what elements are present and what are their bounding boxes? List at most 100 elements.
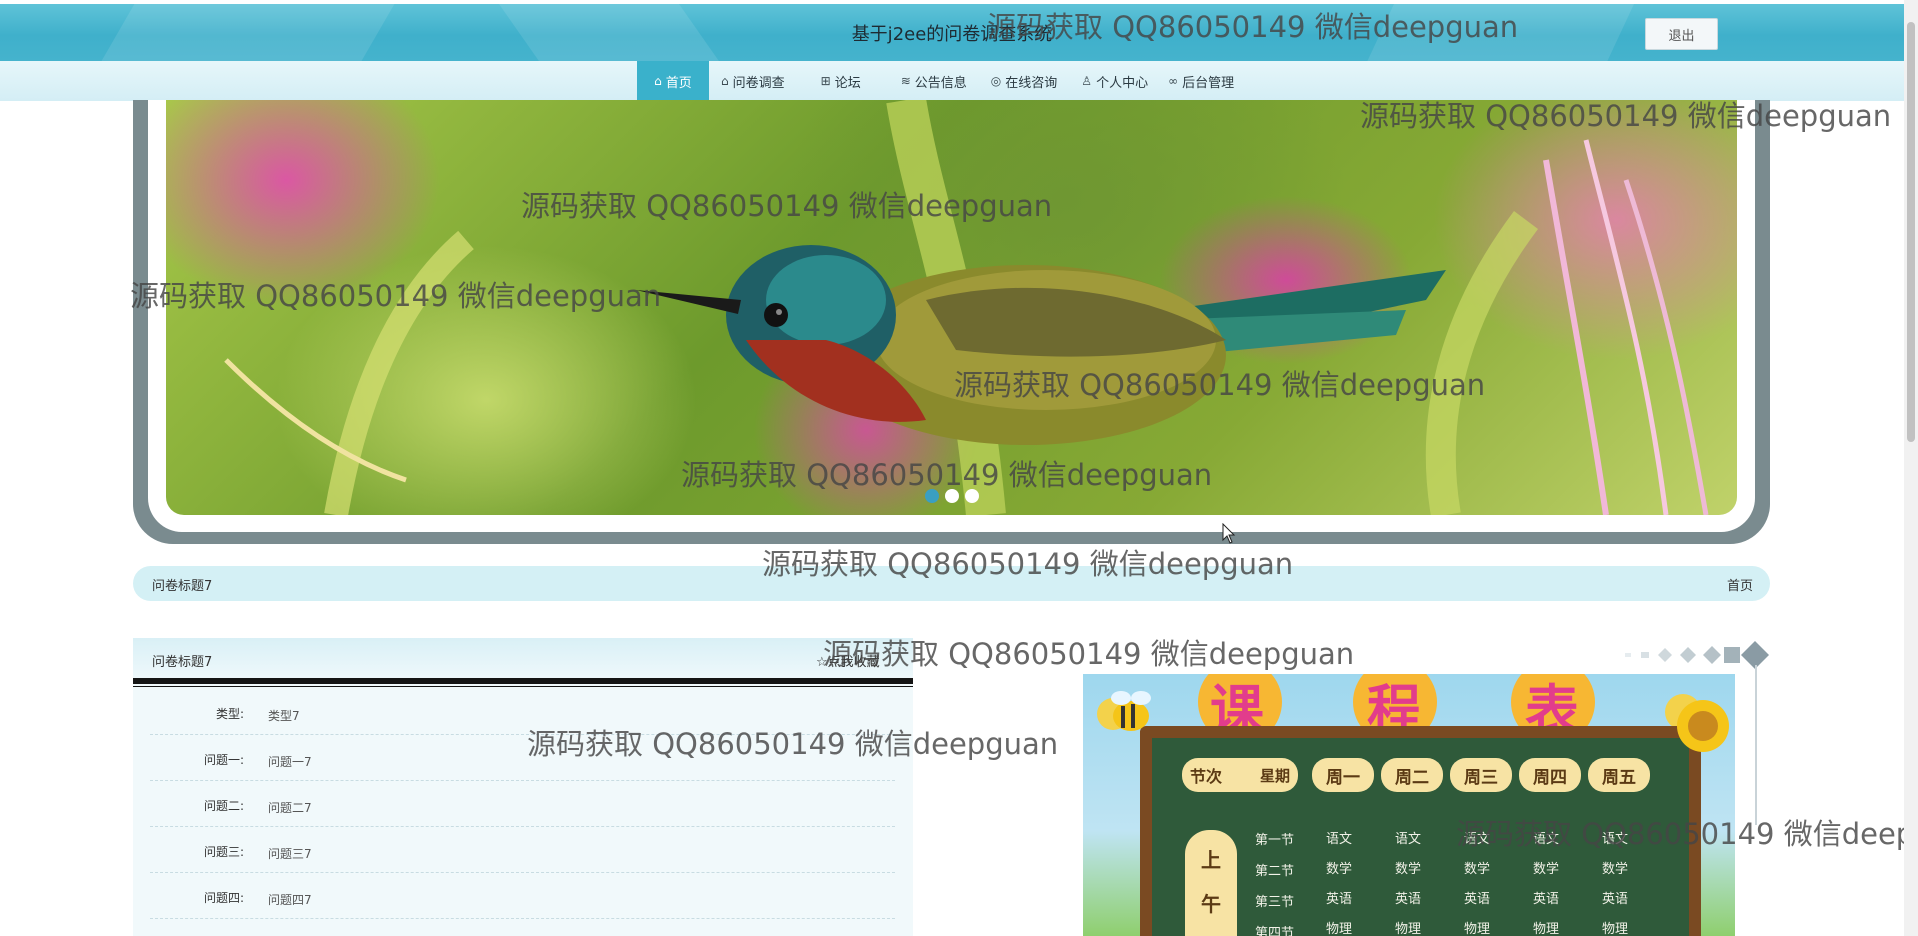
field-label: 问题四: xyxy=(203,891,244,905)
sunflower-icon xyxy=(1677,700,1729,752)
subject-cell: 语文 xyxy=(1464,832,1491,847)
home-icon: ⌂ xyxy=(654,74,662,88)
layers-icon: ≋ xyxy=(900,74,911,88)
detail-row-type: 类型: 类型7 xyxy=(150,689,895,735)
site-title: 基于j2ee的问卷调查系统 xyxy=(851,24,1053,45)
subject-cell: 物理 xyxy=(1326,922,1353,936)
subject-cell: 物理 xyxy=(1464,922,1491,936)
detail-row-question-1: 问题一: 问题一7 xyxy=(150,735,895,781)
nav-item-admin[interactable]: ∞ 后台管理 xyxy=(1160,61,1246,101)
nav-item-home[interactable]: ⌂ 首页 xyxy=(637,61,709,101)
subject-cell: 数学 xyxy=(1464,862,1491,877)
carousel-dot[interactable] xyxy=(945,489,959,503)
subject-cell: 英语 xyxy=(1533,892,1560,907)
tag-icon: ⌂ xyxy=(721,74,729,88)
star-icon: ☆ xyxy=(816,655,828,670)
field-label: 类型: xyxy=(215,707,244,721)
main-nav-bar: ⌂ 首页 ⌂ 问卷调查 ⊞ 论坛 ≋ 公告信息 ◎ 在线咨询 ♙ 个人中心 ∞ … xyxy=(0,61,1904,101)
period-label: 第二节 xyxy=(1255,864,1295,879)
banner-carousel-image[interactable] xyxy=(166,100,1737,515)
subject-cell: 英语 xyxy=(1326,892,1353,907)
subject-cell: 数学 xyxy=(1533,862,1560,877)
chalkboard: 节次 星期 周一 周二 周三 周四 周五 上 午 第一节 第二节 第三节 第四节… xyxy=(1140,726,1701,936)
nav-item-label: 在线咨询 xyxy=(1005,75,1058,91)
favorite-button[interactable]: ☆点我收藏 xyxy=(816,651,880,670)
subject-cell: 语文 xyxy=(1326,832,1353,847)
field-label: 问题三: xyxy=(203,845,244,859)
link-icon: ∞ xyxy=(1168,74,1179,88)
day-header: 周三 xyxy=(1450,758,1512,792)
nav-item-forum[interactable]: ⊞ 论坛 xyxy=(797,61,873,101)
nav-item-consult[interactable]: ◎ 在线咨询 xyxy=(979,61,1070,101)
period-label: 第四节 xyxy=(1255,926,1295,936)
subject-cell: 语文 xyxy=(1533,832,1560,847)
nav-item-notice[interactable]: ≋ 公告信息 xyxy=(873,61,979,101)
day-header: 周五 xyxy=(1588,758,1650,792)
field-value: 问题二7 xyxy=(268,801,312,815)
carousel-dots xyxy=(925,489,979,503)
top-header: 基于j2ee的问卷调查系统 退出 xyxy=(0,4,1904,61)
breadcrumb-home-link[interactable]: 首页 xyxy=(1727,575,1753,594)
page-scrollbar[interactable] xyxy=(1904,0,1918,936)
divider xyxy=(133,678,913,684)
survey-detail-header: 问卷标题7 ☆点我收藏 xyxy=(133,638,913,678)
field-value: 问题四7 xyxy=(268,893,312,907)
user-icon: ♙ xyxy=(1081,74,1093,88)
field-value: 问题一7 xyxy=(268,755,312,769)
breadcrumb: 问卷标题7 首页 xyxy=(133,566,1770,601)
field-label: 问题一: xyxy=(203,753,244,767)
forum-icon: ⊞ xyxy=(820,74,831,88)
field-value: 问题三7 xyxy=(268,847,312,861)
subject-cell: 数学 xyxy=(1395,862,1422,877)
nav-item-label: 后台管理 xyxy=(1182,75,1235,91)
field-value: 类型7 xyxy=(268,709,300,723)
nav-item-profile[interactable]: ♙ 个人中心 xyxy=(1069,61,1160,101)
breadcrumb-title: 问卷标题7 xyxy=(152,579,213,594)
main-nav: ⌂ 首页 ⌂ 问卷调查 ⊞ 论坛 ≋ 公告信息 ◎ 在线咨询 ♙ 个人中心 ∞ … xyxy=(637,61,1246,101)
corner-header: 节次 星期 xyxy=(1182,758,1298,792)
period-group-char: 上 xyxy=(1201,848,1221,872)
nav-item-survey[interactable]: ⌂ 问卷调查 xyxy=(709,61,797,101)
corner-bottom-label: 节次 xyxy=(1190,767,1223,786)
subject-cell: 数学 xyxy=(1326,862,1353,877)
bee-icon xyxy=(1111,691,1151,731)
subject-cell: 物理 xyxy=(1395,922,1422,936)
period-group-pill: 上 午 xyxy=(1185,830,1237,936)
period-label: 第一节 xyxy=(1255,833,1295,848)
favorite-label: 点我收藏 xyxy=(827,655,880,670)
mouse-cursor-icon xyxy=(1222,523,1236,544)
globe-icon: ◎ xyxy=(990,74,1002,88)
detail-row-question-3: 问题三: 问题三7 xyxy=(150,827,895,873)
nav-item-label: 个人中心 xyxy=(1096,75,1149,91)
period-group-char: 午 xyxy=(1201,892,1221,916)
subject-cell: 物理 xyxy=(1533,922,1560,936)
day-header: 周一 xyxy=(1312,758,1374,792)
day-header: 周二 xyxy=(1381,758,1443,792)
detail-row-question-4: 问题四: 问题四7 xyxy=(150,873,895,919)
scrollbar-thumb[interactable] xyxy=(1907,22,1915,442)
subject-cell: 英语 xyxy=(1602,892,1629,907)
carousel-dot[interactable] xyxy=(925,489,939,503)
sunbird-illustration xyxy=(224,100,1709,515)
nav-item-label: 首页 xyxy=(665,75,692,91)
nav-item-label: 论坛 xyxy=(834,75,861,91)
period-label: 第三节 xyxy=(1255,895,1295,910)
nav-item-label: 问卷调查 xyxy=(732,75,785,91)
subject-cell: 英语 xyxy=(1464,892,1491,907)
subject-cell: 数学 xyxy=(1602,862,1629,877)
corner-top-label: 星期 xyxy=(1259,766,1290,785)
subject-cell: 语文 xyxy=(1395,832,1422,847)
course-schedule-image: 课 程 表 节次 星期 周一 周二 周三 周四 周五 上 午 第一节 第二节 第… xyxy=(1083,674,1735,936)
divider xyxy=(133,686,913,687)
subject-cell: 英语 xyxy=(1395,892,1422,907)
decorative-line xyxy=(1755,665,1757,825)
detail-row-question-2: 问题二: 问题二7 xyxy=(150,781,895,827)
carousel-dot[interactable] xyxy=(965,489,979,503)
day-header: 周四 xyxy=(1519,758,1581,792)
subject-cell: 语文 xyxy=(1602,832,1629,847)
survey-detail-panel: 问卷标题7 ☆点我收藏 类型: 类型7 问题一: 问题一7 问题二: 问题二7 … xyxy=(133,638,913,936)
logout-button[interactable]: 退出 xyxy=(1645,18,1718,50)
nav-item-label: 公告信息 xyxy=(914,75,967,91)
field-label: 问题二: xyxy=(203,799,244,813)
survey-title: 问卷标题7 xyxy=(152,655,213,670)
